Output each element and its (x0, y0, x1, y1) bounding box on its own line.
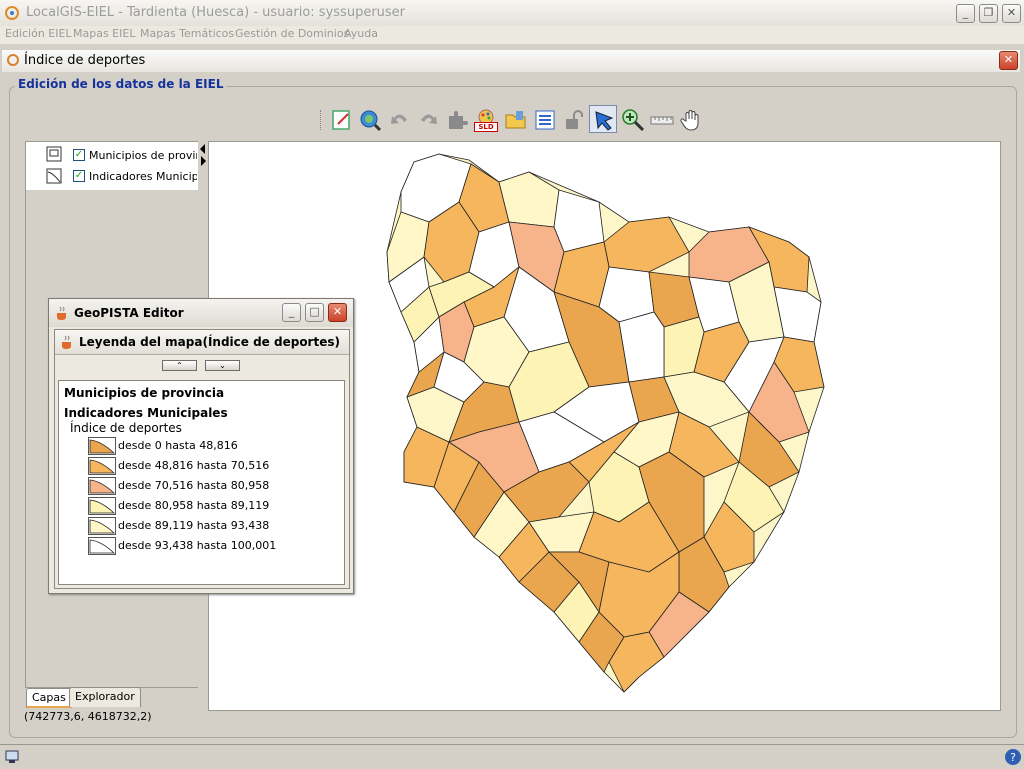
collapse-left-arrow-icon[interactable] (200, 144, 205, 154)
legend-item-label: desde 93,438 hasta 100,001 (118, 539, 277, 552)
legend-panel-title-bar: Leyenda del mapa(Índice de deportes) (55, 330, 349, 355)
layer-label[interactable]: Indicadores Municipales (89, 170, 197, 183)
group-title: Edición de los datos de la EIEL (15, 77, 227, 91)
legend-scroll-up-button[interactable]: ⌃ (162, 360, 197, 371)
legend-scroll-down-button[interactable]: ⌄ (205, 360, 240, 371)
folder-icon[interactable] (504, 108, 528, 132)
layer-list: ✓ Municipios de provincia ✓ Indicadores … (26, 142, 198, 190)
legend-window: GeoPISTA Editor _ □ ✕ Leyenda del mapa(Í… (48, 298, 354, 594)
legend-swatch (88, 457, 116, 475)
menu-bar: Edición EIEL Mapas EIEL Mapas Temáticos … (0, 26, 1024, 44)
layer-polygon-icon (46, 146, 62, 162)
frame-close-button[interactable]: ✕ (999, 51, 1018, 70)
zoom-in-icon[interactable] (621, 108, 645, 132)
frame-icon (7, 54, 19, 66)
layer-checkbox-municipios[interactable]: ✓ (73, 149, 85, 161)
internal-frame-title-bar: Índice de deportes ✕ (2, 50, 1020, 73)
legend-swatch-shape (89, 519, 116, 534)
legend-maximize-button[interactable]: □ (305, 303, 324, 322)
redo-icon[interactable] (416, 108, 440, 132)
lock-icon[interactable] (562, 108, 586, 132)
sld-icon[interactable]: SLD (474, 108, 498, 132)
legend-swatch-shape (89, 499, 116, 514)
legend-content: Municipios de provincia Indicadores Muni… (58, 380, 345, 585)
expand-right-arrow-icon[interactable] (201, 156, 206, 166)
select-arrow-icon (595, 111, 614, 131)
list-icon[interactable] (533, 108, 557, 132)
edit-icon[interactable] (330, 108, 354, 132)
tab-explorador[interactable]: Explorador (69, 687, 141, 707)
app-title: LocalGIS-EIEL - Tardienta (Huesca) - usu… (26, 5, 406, 20)
legend-swatch (88, 437, 116, 455)
select-tool-button[interactable] (589, 105, 617, 133)
legend-panel: Leyenda del mapa(Índice de deportes) ⌃ ⌄… (54, 329, 350, 589)
globe-search-icon[interactable] (358, 108, 382, 132)
legend-swatch-shape (89, 479, 116, 494)
menu-edicion-eiel[interactable]: Edición EIEL (5, 27, 72, 40)
legend-swatch-shape (89, 539, 116, 554)
legend-subheading: Índice de deportes (70, 421, 182, 435)
svg-text:?: ? (1010, 751, 1016, 764)
legend-item-label: desde 0 hasta 48,816 (118, 439, 238, 452)
legend-item-label: desde 89,119 hasta 93,438 (118, 519, 270, 532)
legend-swatch (88, 517, 116, 535)
legend-swatch (88, 537, 116, 555)
network-status-icon[interactable] (4, 748, 22, 766)
frame-title: Índice de deportes (24, 53, 146, 68)
java-cup-icon (57, 306, 66, 320)
legend-swatch-shape (89, 459, 116, 474)
app-title-bar: LocalGIS-EIEL - Tardienta (Huesca) - usu… (0, 0, 1024, 27)
toolbar-grip[interactable] (320, 110, 323, 130)
menu-mapas-tematicos[interactable]: Mapas Temáticos (140, 27, 234, 40)
pan-hand-icon[interactable] (679, 108, 703, 132)
undo-icon[interactable] (388, 108, 412, 132)
legend-heading-indicadores: Indicadores Municipales (64, 406, 228, 420)
legend-swatch (88, 477, 116, 495)
menu-gestion-dominios[interactable]: Gestión de Dominios (235, 27, 349, 40)
legend-item-label: desde 48,816 hasta 70,516 (118, 459, 270, 472)
close-button[interactable]: ✕ (1002, 4, 1021, 23)
legend-minimize-button[interactable]: _ (282, 303, 301, 322)
legend-window-title: GeoPISTA Editor (74, 306, 184, 320)
menu-mapas-eiel[interactable]: Mapas EIEL (73, 27, 135, 40)
app-logo-icon (5, 6, 19, 20)
legend-heading-municipios: Municipios de provincia (64, 386, 225, 400)
coordinates-readout: (742773,6, 4618732,2) (24, 710, 152, 723)
legend-swatch-shape (89, 439, 116, 454)
legend-panel-title: Leyenda del mapa(Índice de deportes) (79, 335, 340, 349)
legend-window-title-bar[interactable]: GeoPISTA Editor _ □ ✕ (49, 299, 353, 327)
layer-label[interactable]: Municipios de provincia (89, 149, 197, 162)
minimize-button[interactable]: _ (956, 4, 975, 23)
map-toolbar: SLD (318, 104, 708, 134)
legend-item-label: desde 70,516 hasta 80,958 (118, 479, 270, 492)
ruler-icon[interactable] (650, 108, 674, 132)
status-bar: ? (0, 744, 1024, 769)
legend-close-button[interactable]: ✕ (328, 303, 347, 322)
municipality-polygons (386, 153, 825, 693)
puzzle-icon[interactable] (445, 108, 469, 132)
java-cup-icon (62, 335, 71, 349)
sld-label: SLD (474, 122, 498, 132)
layer-graph-icon (46, 168, 62, 184)
legend-swatch (88, 497, 116, 515)
help-icon[interactable]: ? (1004, 748, 1022, 766)
layer-checkbox-indicadores[interactable]: ✓ (73, 170, 85, 182)
tab-capas[interactable]: Capas (26, 688, 72, 708)
restore-button[interactable]: ❐ (979, 4, 998, 23)
menu-ayuda[interactable]: Ayuda (344, 27, 378, 40)
legend-item-label: desde 80,958 hasta 89,119 (118, 499, 270, 512)
